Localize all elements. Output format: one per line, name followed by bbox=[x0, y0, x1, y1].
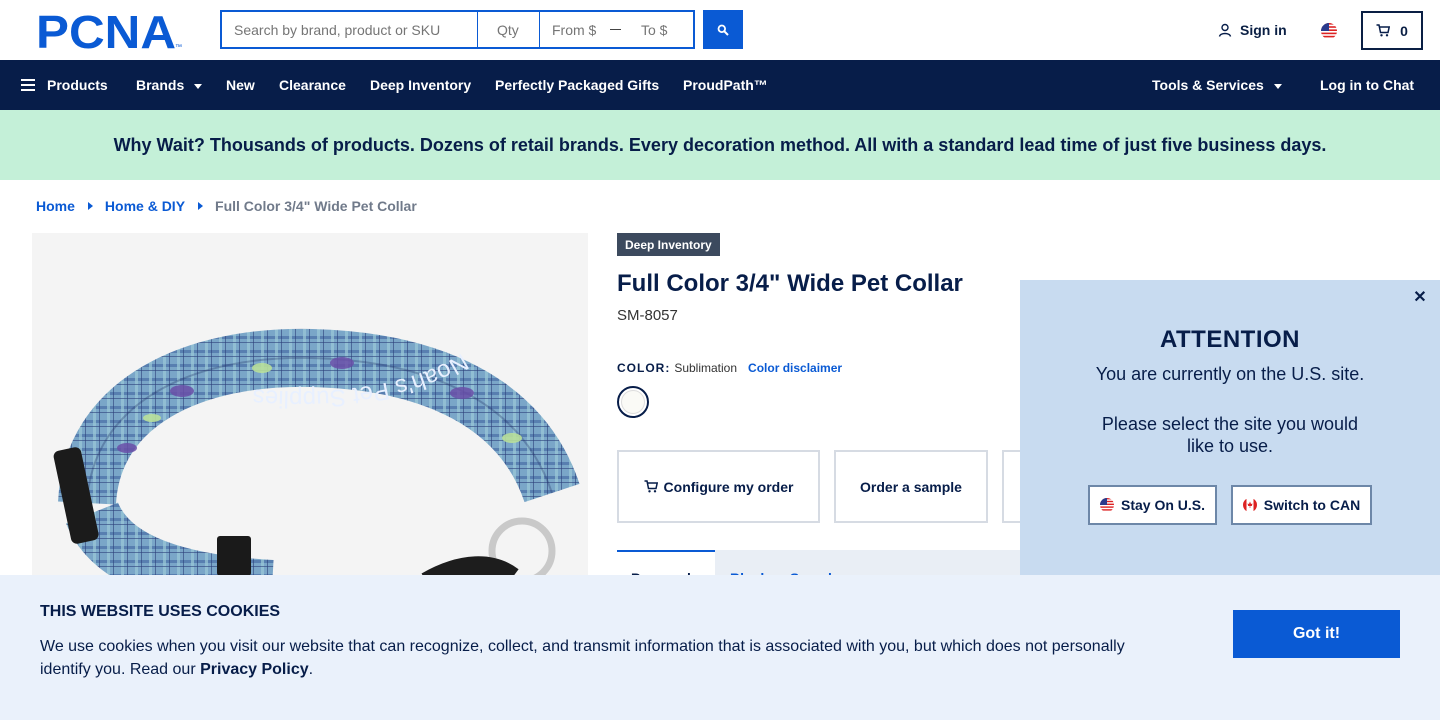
search-icon bbox=[717, 24, 729, 36]
color-swatch-sublimation[interactable] bbox=[617, 386, 649, 418]
search-input[interactable] bbox=[220, 10, 478, 49]
cookie-text-end: . bbox=[308, 661, 314, 678]
us-flag-icon[interactable] bbox=[1321, 23, 1337, 39]
promo-text: Why Wait? Thousands of products. Dozens … bbox=[113, 134, 1327, 155]
nav-proudpath[interactable]: ProudPath™ bbox=[683, 60, 768, 110]
order-sample-button[interactable]: Order a sample bbox=[834, 450, 988, 523]
nav-new-label: New bbox=[226, 77, 255, 93]
nav-brands[interactable]: Brands bbox=[136, 60, 203, 110]
attention-instruction: Please select the site you would like to… bbox=[1101, 414, 1359, 456]
nav-deep-inventory-label: Deep Inventory bbox=[370, 77, 472, 93]
nav-clearance-label: Clearance bbox=[279, 77, 346, 93]
user-icon bbox=[1218, 23, 1232, 37]
product-image[interactable]: Noah's Pet Supplies bbox=[32, 233, 588, 633]
cart-count: 0 bbox=[1400, 22, 1408, 39]
product-title: Full Color 3/4" Wide Pet Collar bbox=[617, 270, 963, 297]
attention-message: You are currently on the U.S. site. bbox=[1095, 364, 1365, 384]
stay-us-label: Stay On U.S. bbox=[1120, 497, 1206, 513]
nav-chat-label: Log in to Chat bbox=[1320, 77, 1415, 93]
price-from-input[interactable] bbox=[540, 12, 604, 47]
us-flag-icon bbox=[1099, 498, 1114, 512]
switch-can-button[interactable]: Switch to CAN bbox=[1231, 485, 1372, 525]
breadcrumb-category[interactable]: Home & DIY bbox=[105, 198, 185, 214]
pcna-logo[interactable]: PCNA ™ bbox=[36, 12, 184, 50]
nav-gifts-label: Perfectly Packaged Gifts bbox=[495, 77, 660, 93]
nav-proudpath-label: ProudPath™ bbox=[683, 77, 768, 93]
sign-in-link[interactable]: Sign in bbox=[1218, 22, 1287, 38]
nav-products[interactable]: Products bbox=[21, 60, 108, 110]
site-selector-dialog: ✕ ATTENTION You are currently on the U.S… bbox=[1020, 280, 1440, 580]
attention-title: ATTENTION bbox=[1159, 326, 1301, 353]
nav-tools-services[interactable]: Tools & Services bbox=[1152, 60, 1282, 110]
chevron-down-icon bbox=[1273, 83, 1282, 89]
price-range bbox=[540, 10, 695, 49]
canada-flag-icon bbox=[1242, 498, 1257, 512]
search-bar bbox=[220, 10, 695, 49]
cart-icon bbox=[644, 480, 658, 493]
chevron-right-icon bbox=[198, 202, 204, 210]
color-row: COLOR: Sublimation Color disclaimer bbox=[617, 361, 842, 375]
nav-new[interactable]: New bbox=[226, 60, 255, 110]
main-nav: Products Brands New Clearance Deep Inven… bbox=[0, 60, 1440, 110]
cookie-banner: THIS WEBSITE USES COOKIES We use cookies… bbox=[0, 575, 1440, 720]
price-to-input[interactable] bbox=[629, 12, 693, 47]
privacy-policy-link[interactable]: Privacy Policy bbox=[200, 661, 309, 678]
site-header: PCNA ™ Sign in bbox=[0, 0, 1440, 60]
nav-clearance[interactable]: Clearance bbox=[279, 60, 346, 110]
menu-icon bbox=[21, 79, 35, 91]
color-label: COLOR: bbox=[617, 361, 671, 375]
price-range-dash bbox=[610, 29, 621, 30]
sign-in-label: Sign in bbox=[1240, 22, 1287, 38]
got-it-button[interactable]: Got it! bbox=[1233, 610, 1400, 658]
color-disclaimer-link[interactable]: Color disclaimer bbox=[748, 361, 842, 375]
chevron-right-icon bbox=[87, 202, 93, 210]
nav-chat[interactable]: Log in to Chat bbox=[1320, 60, 1414, 110]
configure-order-label: Configure my order bbox=[663, 478, 794, 495]
cart-button[interactable]: 0 bbox=[1361, 11, 1423, 50]
logo-text: PCNA bbox=[36, 12, 176, 50]
deep-inventory-badge: Deep Inventory bbox=[617, 233, 720, 256]
product-sku: SM-8057 bbox=[617, 307, 678, 324]
pet-collar-image: Noah's Pet Supplies bbox=[53, 328, 580, 616]
configure-order-button[interactable]: Configure my order bbox=[617, 450, 820, 523]
search-button[interactable] bbox=[703, 10, 743, 49]
cookie-title: THIS WEBSITE USES COOKIES bbox=[40, 603, 281, 620]
breadcrumb-current: Full Color 3/4" Wide Pet Collar bbox=[215, 198, 417, 214]
logo-trademark: ™ bbox=[175, 44, 182, 50]
close-icon[interactable]: ✕ bbox=[1410, 288, 1430, 308]
cookie-text: We use cookies when you visit our websit… bbox=[40, 635, 1160, 681]
breadcrumb: Home Home & DIY Full Color 3/4" Wide Pet… bbox=[36, 198, 417, 214]
nav-gifts[interactable]: Perfectly Packaged Gifts bbox=[495, 60, 659, 110]
chevron-down-icon bbox=[194, 83, 203, 89]
order-sample-label: Order a sample bbox=[860, 478, 962, 495]
switch-can-label: Switch to CAN bbox=[1263, 497, 1361, 513]
promo-banner: Why Wait? Thousands of products. Dozens … bbox=[0, 110, 1440, 180]
breadcrumb-home[interactable]: Home bbox=[36, 198, 75, 214]
qty-input[interactable] bbox=[478, 10, 540, 49]
stay-us-button[interactable]: Stay On U.S. bbox=[1088, 485, 1217, 525]
nav-products-label: Products bbox=[47, 77, 108, 93]
cart-icon bbox=[1376, 24, 1391, 37]
nav-tools-label: Tools & Services bbox=[1152, 77, 1264, 93]
color-value: Sublimation bbox=[674, 361, 738, 375]
nav-deep-inventory[interactable]: Deep Inventory bbox=[370, 60, 471, 110]
swatch-fill bbox=[621, 390, 645, 414]
nav-brands-label: Brands bbox=[136, 77, 185, 93]
